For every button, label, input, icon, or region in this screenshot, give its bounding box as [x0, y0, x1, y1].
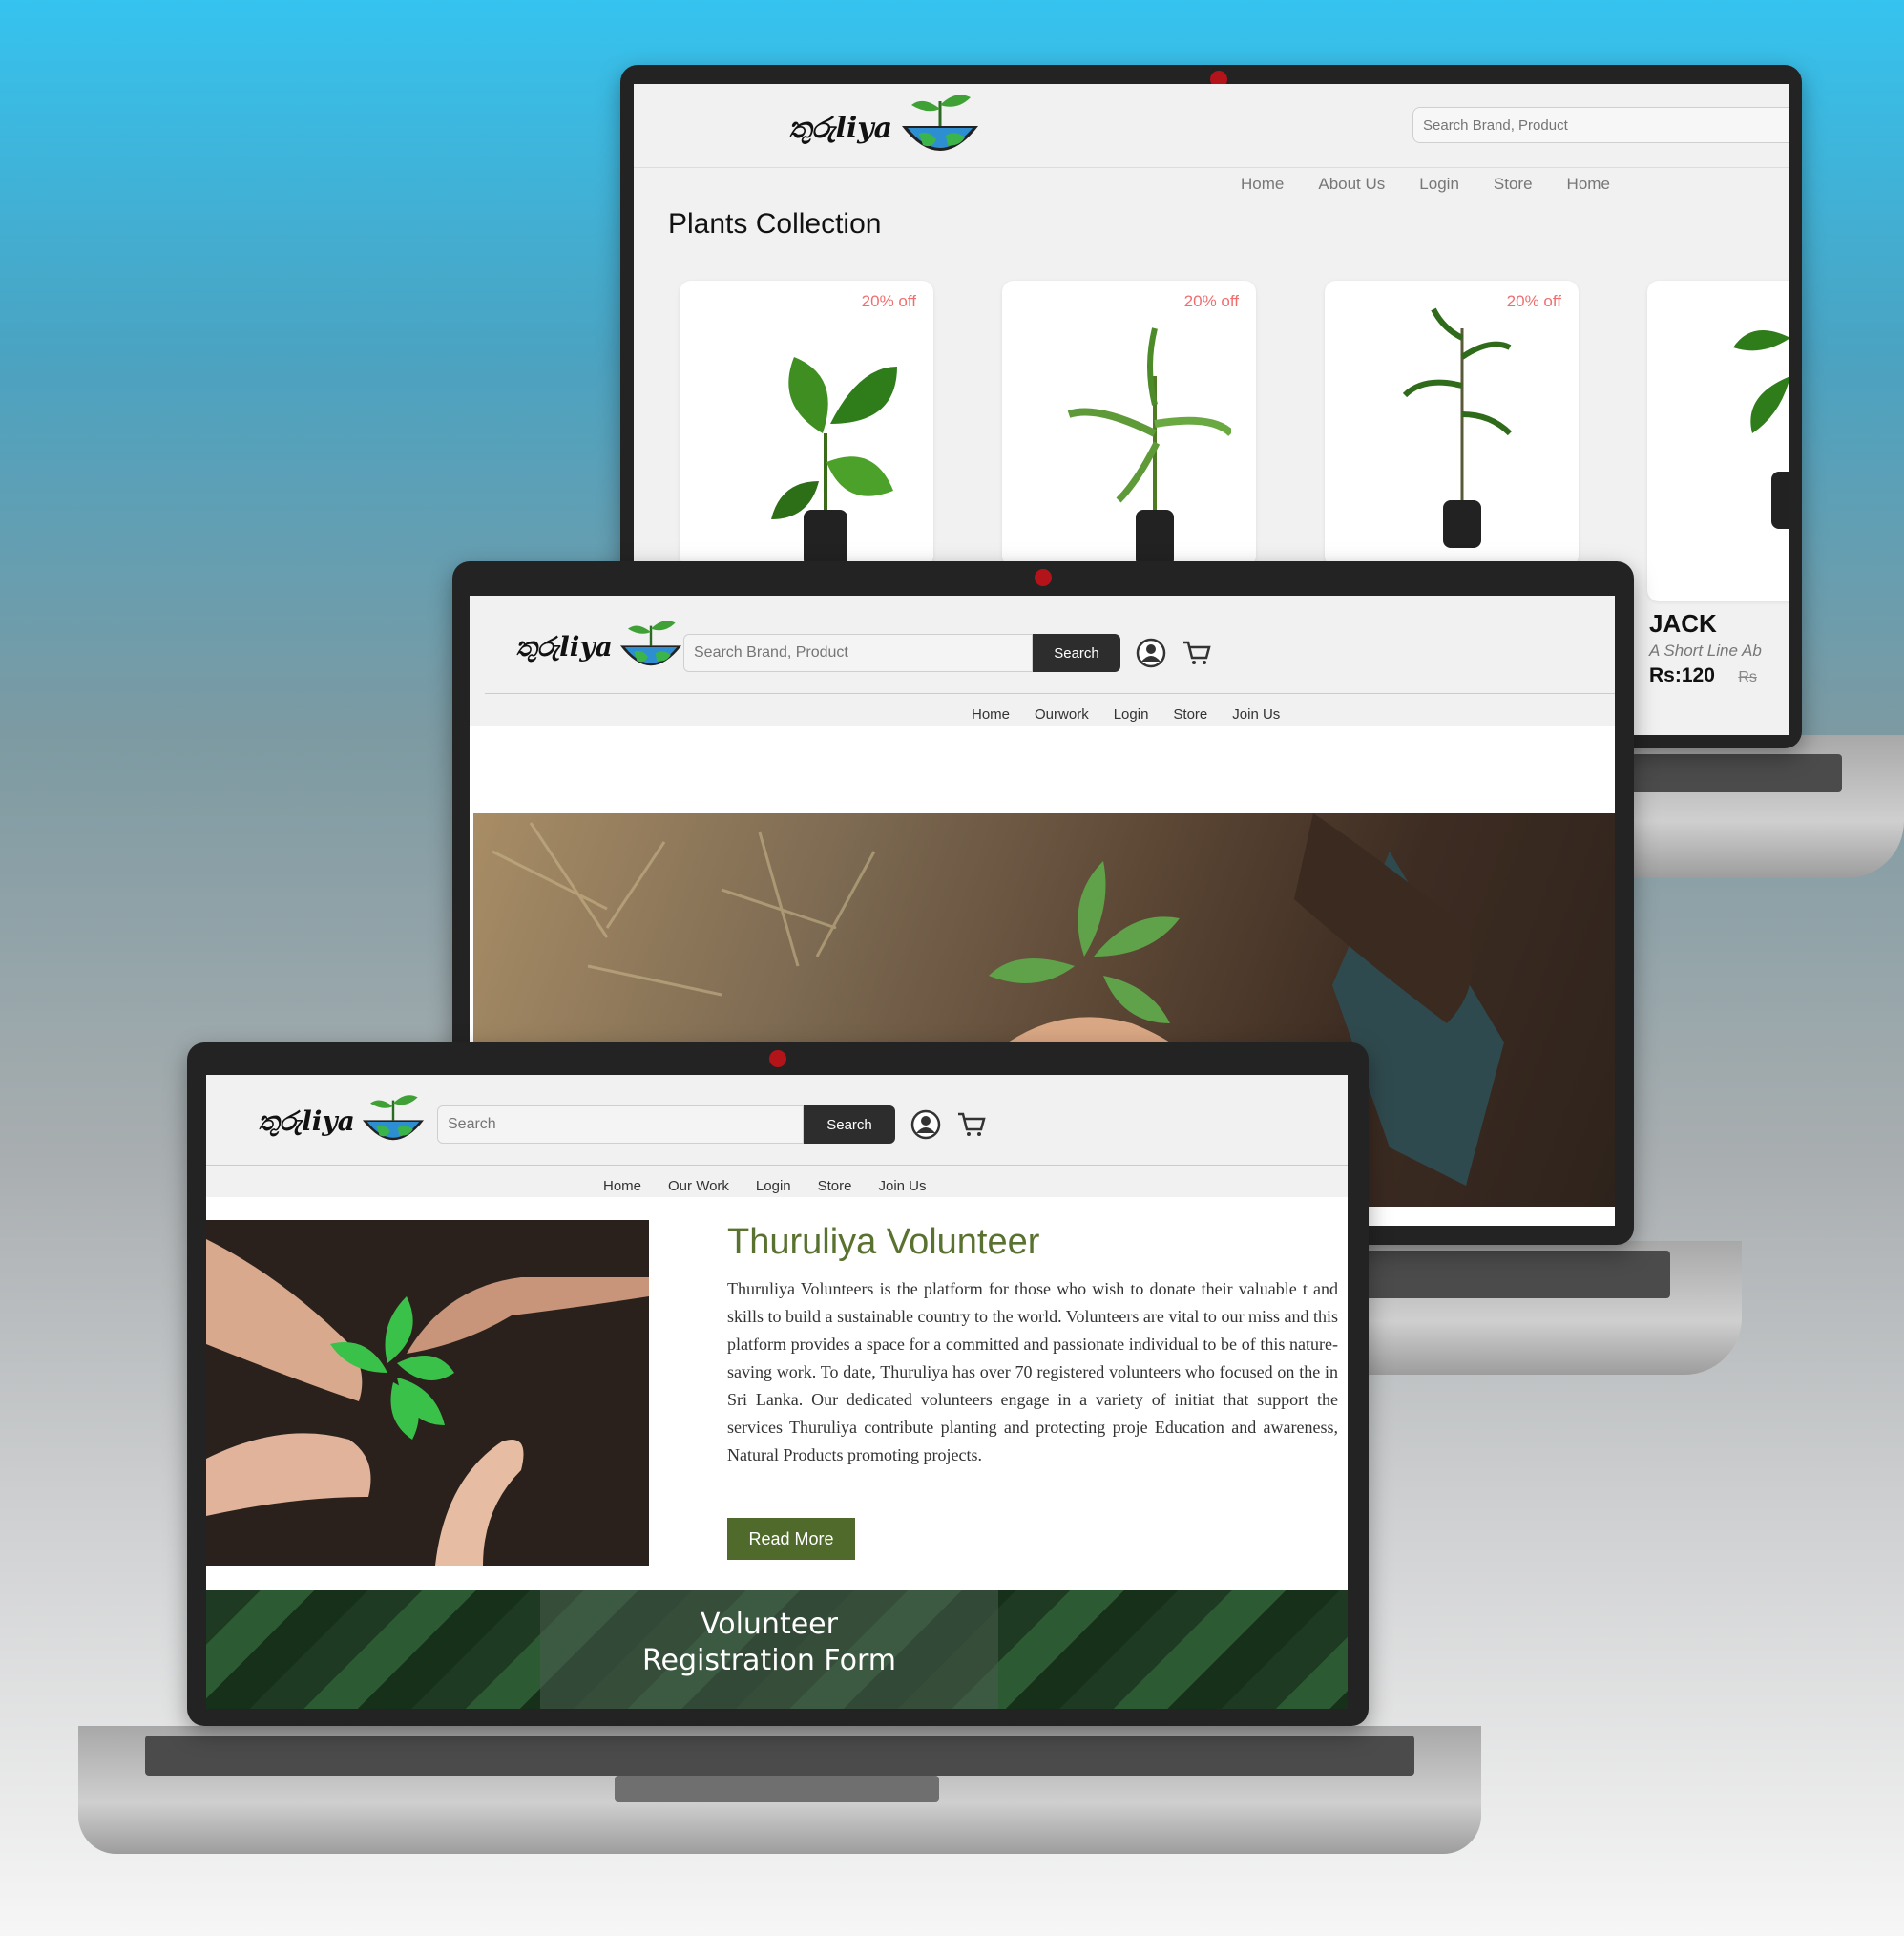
product-card[interactable]: 20% off — [1002, 281, 1256, 567]
front-laptop-trackpad — [615, 1776, 939, 1802]
product-name: JACK — [1649, 609, 1717, 638]
read-more-button[interactable]: Read More — [727, 1518, 855, 1560]
discount-badge: 20% off — [861, 292, 916, 310]
back-nav: Home About Us Login Store Home — [1241, 175, 1610, 194]
discount-badge: 20% off — [1183, 292, 1239, 310]
volunteer-title: Thuruliya Volunteer — [727, 1222, 1040, 1262]
cart-icon[interactable] — [956, 1109, 987, 1140]
nav-ourwork[interactable]: Ourwork — [1035, 706, 1089, 723]
plant-image — [771, 357, 897, 567]
registration-banner[interactable]: Volunteer Registration Form — [206, 1590, 1348, 1709]
plant-image — [1402, 307, 1513, 548]
front-header: තුරුliya Search Home Our Work Login Stor… — [206, 1075, 1348, 1197]
search-input[interactable] — [683, 634, 1033, 672]
product-card-partial[interactable] — [1647, 281, 1789, 601]
product-price: Rs:120 Rs — [1649, 664, 1757, 687]
plant-image — [1067, 327, 1231, 567]
volunteer-image — [206, 1220, 649, 1566]
nav-store[interactable]: Store — [1494, 175, 1533, 194]
front-camera — [769, 1050, 786, 1067]
nav-about-us[interactable]: About Us — [1318, 175, 1385, 194]
logo-plant-globe-icon — [902, 95, 979, 151]
user-icon[interactable] — [910, 1109, 941, 1140]
search-button[interactable]: Search — [804, 1105, 895, 1144]
mid-header: තුරුliya Search Home Ourwork Login Store… — [470, 596, 1615, 726]
nav-home[interactable]: Home — [972, 706, 1010, 723]
middle-laptop-keyboard — [1355, 1251, 1670, 1298]
front-laptop-keyboard — [145, 1736, 1414, 1776]
front-nav: Home Our Work Login Store Join Us — [603, 1178, 927, 1194]
banner-title-line2: Registration Form — [641, 1644, 896, 1677]
page-title: Plants Collection — [668, 208, 882, 240]
logo-text: තුරුliya — [515, 631, 613, 663]
logo-plant-globe-icon — [362, 1095, 424, 1141]
nav-home[interactable]: Home — [1241, 175, 1284, 194]
hands-holding-seedling-photo — [206, 1239, 649, 1566]
front-search[interactable]: Search — [437, 1105, 895, 1144]
search-input[interactable] — [437, 1105, 804, 1144]
product-card[interactable]: 20% off — [680, 281, 933, 567]
plant-image — [1733, 330, 1789, 529]
middle-camera — [1035, 569, 1052, 586]
nav-login[interactable]: Login — [1114, 706, 1149, 723]
logo-plant-globe-icon — [619, 621, 681, 666]
nav-home-2[interactable]: Home — [1567, 175, 1610, 194]
volunteer-description: Thuruliya Volunteers is the platform for… — [727, 1279, 1338, 1464]
nav-store[interactable]: Store — [1173, 706, 1207, 723]
product-desc: A Short Line Ab — [1649, 642, 1762, 660]
back-logo[interactable]: තුරුliya — [788, 90, 988, 166]
search-input[interactable] — [1412, 107, 1789, 143]
mid-search[interactable]: Search — [683, 634, 1120, 672]
nav-login[interactable]: Login — [1419, 175, 1459, 194]
back-search[interactable] — [1412, 107, 1789, 143]
nav-join-us[interactable]: Join Us — [1232, 706, 1280, 723]
nav-join-us[interactable]: Join Us — [878, 1178, 926, 1194]
front-screen: තුරුliya Search Home Our Work Login Stor… — [206, 1075, 1348, 1709]
logo-text: තුරුliya — [788, 111, 893, 145]
user-icon[interactable] — [1136, 638, 1166, 668]
back-header: තුරුliya — [634, 84, 1789, 168]
cart-icon[interactable] — [1182, 638, 1212, 668]
nav-login[interactable]: Login — [756, 1178, 791, 1194]
old-price: Rs — [1738, 669, 1757, 685]
front-logo[interactable]: තුරුliya — [258, 1086, 431, 1157]
product-card[interactable]: 20% off — [1325, 281, 1579, 567]
nav-home[interactable]: Home — [603, 1178, 641, 1194]
back-laptop-keyboard — [1622, 754, 1842, 792]
nav-store[interactable]: Store — [818, 1178, 852, 1194]
logo-text: තුරුliya — [258, 1105, 355, 1137]
nav-our-work[interactable]: Our Work — [668, 1178, 729, 1194]
mid-nav: Home Ourwork Login Store Join Us — [972, 706, 1280, 723]
mid-logo[interactable]: තුරුliya — [515, 613, 689, 682]
banner-title-line1: Volunteer — [701, 1608, 838, 1641]
search-button[interactable]: Search — [1033, 634, 1120, 672]
price: Rs:120 — [1649, 664, 1715, 686]
